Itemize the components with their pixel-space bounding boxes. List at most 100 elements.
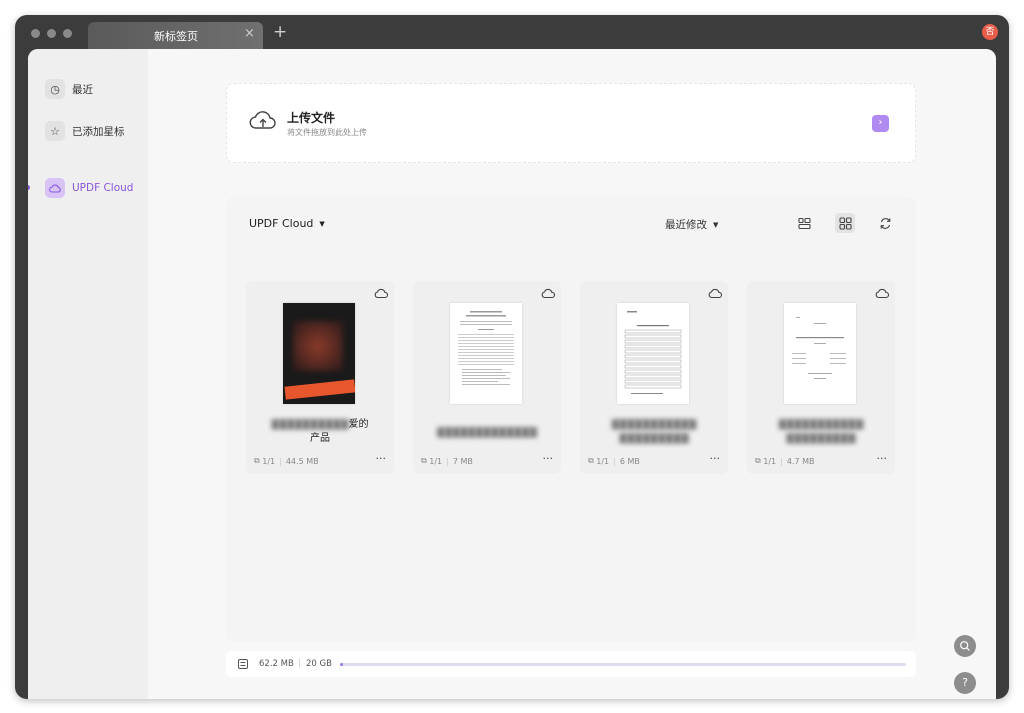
sidebar-item-label: 最近	[72, 83, 93, 96]
file-size: 7 MB	[452, 456, 473, 466]
file-thumbnail	[784, 303, 856, 404]
file-size: 4.7 MB	[786, 456, 815, 466]
close-window-button[interactable]	[31, 29, 40, 38]
more-options-icon[interactable]: ···	[543, 452, 554, 465]
storage-separator: |	[298, 658, 302, 668]
file-name: ▇▇▇▇▇▇▇▇▇▇▇ ▇▇▇▇▇▇▇▇▇	[611, 419, 697, 444]
minimize-window-button[interactable]	[47, 29, 56, 38]
more-options-icon[interactable]: ···	[376, 452, 387, 465]
content-area: ◷ 最近 ☆ 已添加星标 UPDF Cloud 上传文件 将文件拖放到此处上传 …	[28, 49, 996, 699]
cloud-icon	[708, 288, 722, 299]
thumbnail-logo	[287, 305, 351, 311]
file-card[interactable]: ▇▇▇▇▇▇▇▇▇▇▇ ▇▇▇▇▇▇▇▇▇ ⧉ 1/1 | 6 MB ···	[580, 281, 728, 474]
grid-view-icon	[838, 216, 852, 230]
more-options-icon[interactable]: ···	[710, 452, 721, 465]
grid-view-button[interactable]	[835, 213, 855, 233]
thumbnail-banner	[284, 379, 355, 400]
page-count: 1/1	[429, 456, 443, 466]
avatar[interactable]: 否	[982, 24, 998, 40]
storage-used: 62.2 MB	[259, 659, 294, 669]
page-count: 1/1	[596, 456, 610, 466]
maximize-window-button[interactable]	[63, 29, 72, 38]
sidebar-item-starred[interactable]: ☆ 已添加星标	[45, 120, 145, 142]
pages-icon: ⧉	[421, 456, 427, 465]
meta-separator: |	[279, 456, 282, 466]
storage-track	[340, 663, 906, 666]
upload-dropzone[interactable]: 上传文件 将文件拖放到此处上传 ›	[226, 83, 916, 163]
file-meta: ⧉ 1/1 | 7 MB	[421, 456, 473, 466]
caret-down-icon: ▼	[319, 220, 325, 228]
meta-separator: |	[613, 456, 616, 466]
sort-label: 最近修改	[665, 219, 707, 231]
sidebar-item-label: UPDF Cloud	[72, 182, 134, 194]
cloud-icon	[541, 288, 555, 299]
file-thumbnail	[617, 303, 689, 404]
active-indicator	[28, 185, 30, 190]
file-size: 6 MB	[619, 456, 640, 466]
help-button[interactable]: ?	[954, 672, 976, 694]
cloud-upload-icon	[249, 111, 276, 129]
sidebar-item-updf-cloud[interactable]: UPDF Cloud	[45, 177, 145, 199]
file-size: 44.5 MB	[285, 456, 319, 466]
files-panel: UPDF Cloud ▼ 最近修改 ▼ ▇▇▇▇▇▇▇▇▇▇爱的 产品 ⧉ 1/…	[226, 197, 916, 642]
file-thumbnail	[283, 303, 355, 404]
search-icon	[960, 641, 970, 651]
sidebar-item-label: 已添加星标	[72, 125, 125, 138]
file-card[interactable]: ▇▇▇▇▇▇▇▇▇▇▇▇▇ ⧉ 1/1 | 7 MB ···	[413, 281, 561, 474]
refresh-icon	[880, 217, 890, 229]
pages-icon: ⧉	[254, 456, 260, 465]
meta-separator: |	[446, 456, 449, 466]
file-name-line2: 产品	[310, 433, 330, 444]
file-meta: ⧉ 1/1 | 44.5 MB	[254, 456, 319, 466]
thumbnail-blurred-art	[293, 321, 343, 371]
file-name: ▇▇▇▇▇▇▇▇▇▇▇ ▇▇▇▇▇▇▇▇▇	[778, 419, 864, 444]
app-window: 新标签页 × + 否 ◷ 最近 ☆ 已添加星标 UPDF Cloud 上传文件 …	[15, 15, 1009, 699]
sidebar-item-recent[interactable]: ◷ 最近	[45, 78, 145, 100]
cloud-icon	[374, 288, 388, 299]
upload-arrow-button[interactable]: ›	[872, 115, 889, 132]
refresh-button[interactable]	[875, 213, 895, 233]
file-name-suffix: 爱的	[348, 419, 369, 430]
storage-fill	[340, 663, 343, 666]
location-dropdown[interactable]: UPDF Cloud ▼	[249, 217, 325, 230]
title-bar: 新标签页 × + 否	[15, 15, 1009, 49]
list-view-button[interactable]	[794, 213, 814, 233]
pages-icon: ⧉	[755, 456, 761, 465]
file-name: ▇▇▇▇▇▇▇▇▇▇▇▇▇	[437, 427, 537, 438]
storage-total: 20 GB	[306, 659, 332, 669]
document-preview	[624, 311, 682, 394]
cloud-icon	[875, 288, 889, 299]
meta-separator: |	[780, 456, 783, 466]
page-count: 1/1	[763, 456, 777, 466]
upload-subtitle: 将文件拖放到此处上传	[287, 128, 367, 137]
new-tab-button[interactable]: +	[273, 22, 287, 42]
caret-down-icon: ▼	[713, 221, 719, 229]
star-icon: ☆	[45, 121, 65, 141]
clock-icon: ◷	[45, 79, 65, 99]
document-preview	[792, 317, 846, 379]
file-card[interactable]: ▇▇▇▇▇▇▇▇▇▇▇ ▇▇▇▇▇▇▇▇▇ ⧉ 1/1 | 4.7 MB ···	[747, 281, 895, 474]
upload-title: 上传文件	[287, 111, 336, 125]
location-label: UPDF Cloud	[249, 217, 314, 230]
cloud-icon	[45, 178, 65, 198]
sidebar: ◷ 最近 ☆ 已添加星标 UPDF Cloud	[28, 49, 148, 699]
file-thumbnail	[450, 303, 522, 404]
storage-usage-bar: 62.2 MB | 20 GB	[226, 651, 916, 677]
file-card[interactable]: ▇▇▇▇▇▇▇▇▇▇爱的 产品 ⧉ 1/1 | 44.5 MB ···	[246, 281, 394, 474]
main-panel: 上传文件 将文件拖放到此处上传 › UPDF Cloud ▼ 最近修改 ▼ ▇▇…	[148, 49, 996, 699]
pages-icon: ⧉	[588, 456, 594, 465]
tab-new-tab[interactable]: 新标签页 ×	[88, 22, 263, 49]
list-view-icon	[797, 217, 811, 229]
more-options-icon[interactable]: ···	[877, 452, 888, 465]
tab-label: 新标签页	[154, 30, 198, 43]
storage-icon	[238, 659, 248, 669]
file-meta: ⧉ 1/1 | 6 MB	[588, 456, 640, 466]
sort-dropdown[interactable]: 最近修改 ▼	[665, 217, 718, 232]
redacted-text: ▇▇▇▇▇▇▇▇▇▇	[271, 419, 349, 430]
page-count: 1/1	[262, 456, 276, 466]
file-meta: ⧉ 1/1 | 4.7 MB	[755, 456, 815, 466]
document-preview	[458, 311, 514, 385]
file-name: ▇▇▇▇▇▇▇▇▇▇爱的 产品	[256, 418, 384, 446]
tab-close-icon[interactable]: ×	[244, 26, 255, 41]
search-button[interactable]	[954, 635, 976, 657]
